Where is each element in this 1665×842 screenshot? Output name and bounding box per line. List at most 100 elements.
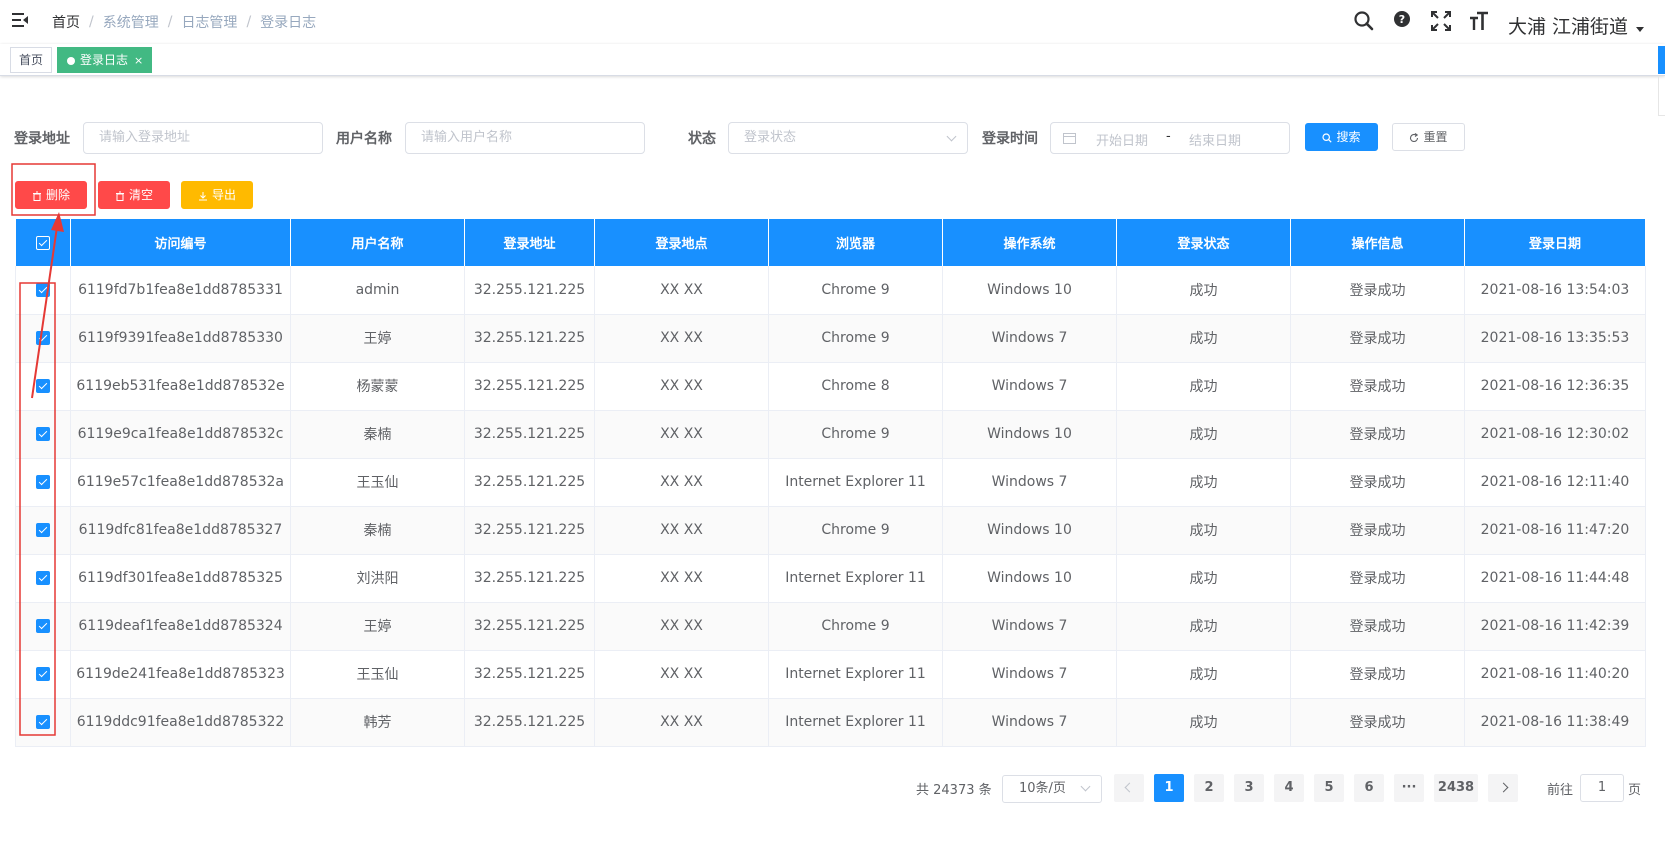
end-date-input[interactable]: 结束日期 [1189,130,1241,149]
page-button[interactable]: 1 [1154,774,1184,802]
page-button[interactable]: 5 [1314,774,1344,802]
tag-login-log[interactable]: 登录日志 × [57,47,153,73]
table-cell: Internet Explorer 11 [768,458,943,507]
table-row[interactable]: 6119eb531fea8e1dd878532e 杨蒙蒙 32.255.121.22… [15,362,1646,411]
row-checkbox[interactable] [36,619,50,633]
chevron-down-icon [1080,781,1091,792]
row-checkbox[interactable] [36,571,50,585]
table-cell: 6119ddc91fea8e1dd8785322 [70,698,291,747]
table-cell: 登录成功 [1290,506,1465,555]
row-checkbox[interactable] [36,475,50,489]
column-header[interactable]: 操作信息 [1290,219,1465,266]
table-cell: 6119de241fea8e1dd8785323 [70,650,291,699]
row-checkbox[interactable] [36,282,50,297]
trash-icon [115,191,124,201]
trash-icon [32,191,41,201]
next-page-button[interactable] [1488,774,1518,802]
status-select[interactable]: 登录状态 [728,122,968,154]
table-cell: 杨蒙蒙 [290,362,465,411]
table-cell: 成功 [1116,698,1291,747]
status-label: 状态 [688,131,716,147]
breadcrumb-item-log[interactable]: 日志管理 [181,12,237,32]
table-cell: XX XX [594,650,769,699]
page-button[interactable]: 2438 [1434,774,1478,802]
page-size-select[interactable]: 10条/页 [1002,775,1102,803]
row-checkbox[interactable] [36,715,50,729]
table-row[interactable]: 6119f9391fea8e1dd8785330 王婷 32.255.121.225… [15,314,1646,363]
help-icon[interactable]: ? [1391,10,1413,32]
row-checkbox[interactable] [36,667,50,681]
table-row[interactable]: 6119df301fea8e1dd8785325 刘洪阳 32.255.121.22… [15,554,1646,603]
page-button[interactable]: 6 [1354,774,1384,802]
table-row[interactable]: 6119ddc91fea8e1dd8785322 韩芳 32.255.121.225… [15,698,1646,747]
page-button[interactable]: 2 [1194,774,1224,802]
goto-suffix: 页 [1628,783,1642,798]
more-pages-button[interactable]: ··· [1394,774,1424,802]
row-checkbox[interactable] [36,379,50,393]
table-cell: Windows 10 [942,506,1117,555]
table-cell: 成功 [1116,266,1291,315]
prev-page-button[interactable] [1114,774,1144,802]
page-button[interactable]: 3 [1234,774,1264,802]
user-name[interactable]: 大浦 江浦街道 [1508,12,1628,39]
search-button[interactable]: 搜索 [1305,123,1378,151]
table-cell: Internet Explorer 11 [768,698,943,747]
column-header[interactable]: 浏览器 [768,219,943,266]
table-cell: 32.255.121.225 [464,554,595,603]
reset-button[interactable]: 重置 [1392,123,1465,151]
select-all-checkbox[interactable] [35,235,50,250]
close-icon[interactable]: × [134,54,143,67]
breadcrumb-item-home[interactable]: 首页 [52,12,80,32]
breadcrumb: 首页 / 系统管理 / 日志管理 / 登录日志 [52,12,317,32]
fullscreen-icon[interactable] [1430,10,1452,32]
page-button[interactable]: 4 [1274,774,1304,802]
breadcrumb-item-system[interactable]: 系统管理 [103,12,159,32]
hamburger-icon[interactable] [10,10,30,30]
table-cell: Internet Explorer 11 [768,554,943,603]
column-header[interactable]: 登录地点 [594,219,769,266]
chevron-down-icon[interactable] [1636,27,1644,32]
font-size-icon[interactable] [1468,10,1490,32]
column-header[interactable]: 访问编号 [70,219,291,266]
table-cell: 32.255.121.225 [464,650,595,699]
table-row[interactable]: 6119de241fea8e1dd8785323 王玉仙 32.255.121.22… [15,650,1646,699]
column-header[interactable]: 登录日期 [1464,219,1646,266]
table-row[interactable]: 6119e9ca1fea8e1dd878532c 秦楠 32.255.121.225… [15,410,1646,459]
clean-button[interactable]: 清空 [98,181,170,209]
export-button[interactable]: 导出 [181,181,253,209]
table-cell: 韩芳 [290,698,465,747]
search-icon[interactable] [1353,10,1375,32]
table-cell: Internet Explorer 11 [768,650,943,699]
column-header[interactable]: 登录状态 [1116,219,1291,266]
table-cell: Chrome 9 [768,506,943,555]
goto-page-input[interactable]: 1 [1580,774,1624,802]
delete-button[interactable]: 删除 [15,181,87,209]
table-cell: 6119df301fea8e1dd8785325 [70,554,291,603]
table-cell: 登录成功 [1290,314,1465,363]
table-row[interactable]: 6119fd7b1fea8e1dd8785331 admin 32.255.121.… [15,266,1646,315]
ipaddr-label: 登录地址 [14,131,70,147]
column-header[interactable]: 登录地址 [464,219,595,266]
table-cell: 登录成功 [1290,698,1465,747]
row-checkbox[interactable] [36,523,50,537]
start-date-input[interactable]: 开始日期 [1096,130,1148,149]
table-row[interactable]: 6119deaf1fea8e1dd8785324 王婷 32.255.121.225… [15,602,1646,651]
row-checkbox[interactable] [36,331,50,345]
table-row[interactable]: 6119e57c1fea8e1dd878532a 王玉仙 32.255.121.22… [15,458,1646,507]
date-range-picker[interactable]: 开始日期 - 结束日期 [1050,122,1290,154]
settings-handle[interactable] [1658,46,1665,74]
row-checkbox[interactable] [36,427,50,441]
username-input[interactable]: 请输入用户名称 [405,122,645,154]
table-cell: 32.255.121.225 [464,410,595,459]
column-header[interactable]: 用户名称 [290,219,465,266]
table-row[interactable]: 6119dfc81fea8e1dd8785327 秦楠 32.255.121.225… [15,506,1646,555]
table-cell: Windows 7 [942,650,1117,699]
breadcrumb-item-login-log: 登录日志 [260,15,317,31]
download-icon [198,191,207,200]
column-header[interactable]: 操作系统 [942,219,1117,266]
pagination-total: 共 24373 条 [916,783,992,798]
ipaddr-input[interactable]: 请输入登录地址 [83,122,323,154]
tag-home[interactable]: 首页 [10,47,53,73]
table-cell: XX XX [594,362,769,411]
select-all-cell [15,219,71,266]
